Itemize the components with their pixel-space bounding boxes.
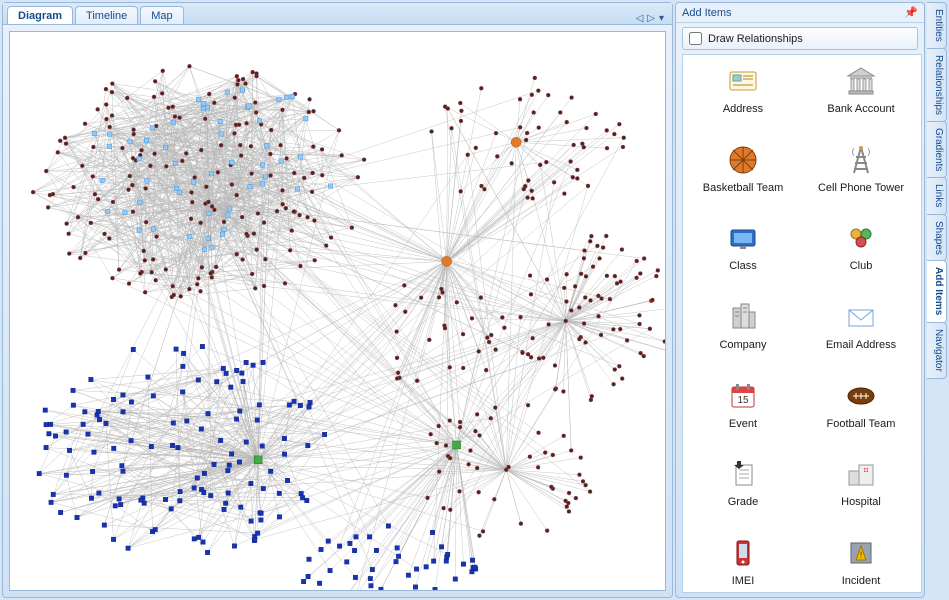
palette-item-label: Incident <box>842 575 881 588</box>
hospital-icon <box>843 456 879 492</box>
tower-icon <box>843 142 879 178</box>
palette-grid: Address Bank Account Basketball Team Cell P… <box>687 63 917 587</box>
football-icon <box>843 378 879 414</box>
address-icon <box>725 63 761 99</box>
palette-item-basketball[interactable]: Basketball Team <box>687 142 799 195</box>
palette-item-label: Club <box>850 260 873 273</box>
svg-text:15: 15 <box>737 395 749 406</box>
palette-item-club[interactable]: Club <box>805 220 917 273</box>
palette-item-label: Basketball Team <box>703 182 784 195</box>
grade-icon <box>725 456 761 492</box>
palette-item-label: Address <box>723 103 763 116</box>
tab-nav: ◁ ▷ ▾ <box>636 13 668 24</box>
palette-item-label: Bank Account <box>827 103 894 116</box>
palette-item-football[interactable]: Football Team <box>805 378 917 431</box>
palette-item-address[interactable]: Address <box>687 63 799 116</box>
tab-menu-icon[interactable]: ▾ <box>659 13 664 24</box>
palette-item-label: Event <box>729 418 757 431</box>
palette-item-label: Company <box>719 339 766 352</box>
tab-bar: Diagram Timeline Map ◁ ▷ ▾ <box>3 3 672 25</box>
tab-next-icon[interactable]: ▷ <box>647 13 655 24</box>
vtab-links[interactable]: Links <box>927 177 947 214</box>
side-panel-title: Add Items <box>682 7 732 19</box>
pin-icon[interactable]: 📌 <box>904 6 918 19</box>
tab-timeline[interactable]: Timeline <box>75 6 138 24</box>
basketball-icon <box>725 142 761 178</box>
vtab-gradients[interactable]: Gradients <box>927 121 947 178</box>
vtab-add-items[interactable]: Add Items <box>927 260 947 322</box>
palette-item-label: Email Address <box>826 339 896 352</box>
palette-item-imei[interactable]: IMEI <box>687 535 799 588</box>
palette-item-bank[interactable]: Bank Account <box>805 63 917 116</box>
tab-diagram[interactable]: Diagram <box>7 6 73 24</box>
draw-relationships-label: Draw Relationships <box>708 33 803 45</box>
palette-item-label: IMEI <box>732 575 755 588</box>
vtab-shapes[interactable]: Shapes <box>927 214 947 262</box>
network-graph[interactable] <box>10 32 665 590</box>
draw-relationships-toggle[interactable]: Draw Relationships <box>682 27 918 50</box>
bank-icon <box>843 63 879 99</box>
tab-prev-icon[interactable]: ◁ <box>636 13 644 24</box>
main-panel: Diagram Timeline Map ◁ ▷ ▾ <box>2 2 673 598</box>
palette-item-event[interactable]: 15 Event <box>687 378 799 431</box>
palette-item-email[interactable]: Email Address <box>805 299 917 352</box>
vtab-navigator[interactable]: Navigator <box>927 322 947 379</box>
palette-item-company[interactable]: Company <box>687 299 799 352</box>
event-icon: 15 <box>725 378 761 414</box>
svg-text:!: ! <box>860 550 863 560</box>
company-icon <box>725 299 761 335</box>
incident-icon: ! <box>843 535 879 571</box>
vtab-relationships[interactable]: Relationships <box>927 48 947 122</box>
palette-item-hospital[interactable]: Hospital <box>805 456 917 509</box>
imei-icon <box>725 535 761 571</box>
class-icon <box>725 220 761 256</box>
palette-item-label: Football Team <box>827 418 896 431</box>
vertical-tab-strip: EntitiesRelationshipsGradientsLinksShape… <box>927 2 947 598</box>
email-icon <box>843 299 879 335</box>
add-items-panel: Add Items 📌 Draw Relationships Address Ba… <box>675 2 925 598</box>
palette-item-class[interactable]: Class <box>687 220 799 273</box>
diagram-canvas[interactable] <box>9 31 666 591</box>
palette-item-label: Grade <box>728 496 759 509</box>
vtab-entities[interactable]: Entities <box>927 2 947 49</box>
palette-item-grade[interactable]: Grade <box>687 456 799 509</box>
palette-item-incident[interactable]: ! Incident <box>805 535 917 588</box>
club-icon <box>843 220 879 256</box>
palette-scroll[interactable]: Address Bank Account Basketball Team Cell P… <box>682 54 922 593</box>
palette-item-label: Cell Phone Tower <box>818 182 904 195</box>
draw-relationships-checkbox[interactable] <box>689 32 702 45</box>
palette-item-label: Class <box>729 260 757 273</box>
palette-item-label: Hospital <box>841 496 881 509</box>
tab-map[interactable]: Map <box>140 6 183 24</box>
palette-item-tower[interactable]: Cell Phone Tower <box>805 142 917 195</box>
side-panel-header: Add Items 📌 <box>676 3 924 23</box>
